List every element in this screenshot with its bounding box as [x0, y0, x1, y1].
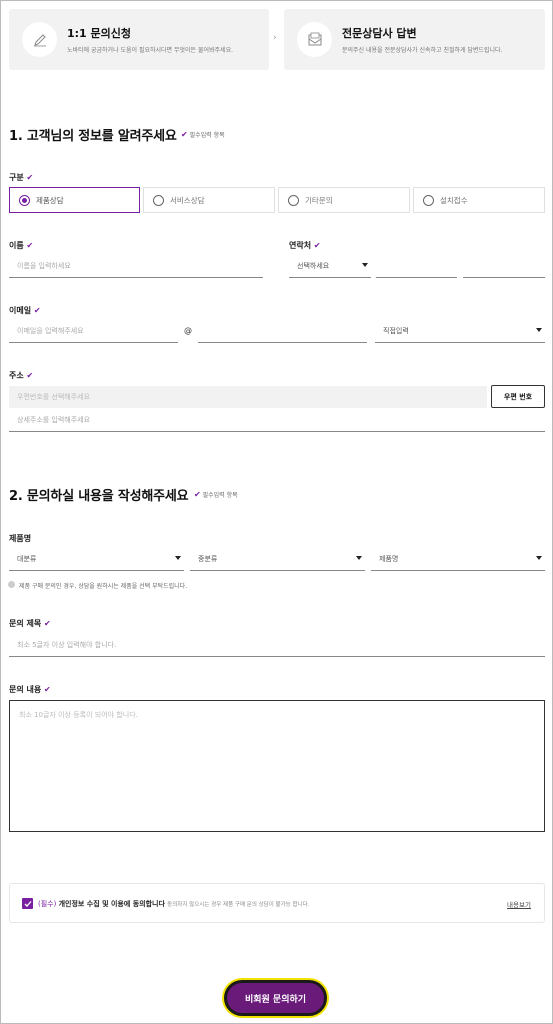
inquiry-content-label: 문의 내용 ✔	[9, 685, 51, 694]
address-label: 주소 ✔	[9, 371, 34, 380]
check-icon: ✔	[194, 490, 201, 499]
at-sign: @	[184, 326, 192, 335]
email-domain-select[interactable]: 직접입력	[375, 319, 545, 343]
step-inquiry-box: 1:1 문의신청 노바티에 궁금하거나 도움이 필요하시다면 무엇이든 물어봐주…	[9, 9, 269, 70]
contact-prefix-select[interactable]: 선택하세요	[289, 254, 371, 278]
section1-title: 1. 고객님의 정보를 알려주세요	[9, 129, 177, 144]
email-id-input[interactable]: 이메일을 입력해주세요	[9, 319, 178, 343]
check-icon: ✔	[44, 685, 51, 694]
contact-label: 연락처 ✔	[289, 241, 321, 250]
required-note: ✔ 필수입력 항목	[194, 490, 238, 499]
check-icon: ✔	[33, 306, 41, 315]
zipcode-search-button[interactable]: 우편 번호	[491, 385, 545, 408]
check-icon: ✔	[313, 241, 321, 250]
info-dot-icon	[8, 581, 15, 588]
radio-installation[interactable]: 설치접수	[413, 187, 545, 213]
radio-other-inquiry[interactable]: 기타문의	[278, 187, 410, 213]
section2-title: 2. 문의하실 내용을 작성해주세요	[9, 489, 189, 504]
check-icon: ✔	[26, 241, 34, 250]
name-input[interactable]: 이름을 입력하세요	[9, 254, 263, 278]
product-name-select[interactable]: 제품명	[371, 547, 545, 571]
caret-down-icon	[356, 556, 362, 560]
inquiry-content-textarea[interactable]: 최소 10글자 이상 등록이 되어야 합니다.	[9, 700, 545, 832]
privacy-agreement-box: (필수) 개인정보 수집 및 이용에 동의합니다 동의하지 않으시는 경우 제품…	[9, 883, 545, 923]
pencil-icon	[22, 22, 57, 57]
check-icon: ✔	[181, 130, 188, 139]
radio-product-consult[interactable]: 제품상담	[9, 187, 140, 213]
radio-circle-icon	[19, 194, 30, 206]
zipcode-field[interactable]: 우편번호를 선택해주세요	[9, 386, 487, 408]
check-icon: ✔	[44, 619, 51, 628]
product-subcategory-select[interactable]: 중분류	[190, 547, 365, 571]
step-title: 1:1 문의신청	[67, 27, 132, 40]
email-domain-input[interactable]	[198, 319, 367, 343]
caret-down-icon	[362, 263, 368, 267]
step-answer-box: 전문상담사 답변 문의주신 내용을 전문상담사가 신속하고 친절하게 답변드립니…	[284, 9, 545, 70]
address-detail-input[interactable]: 상세주소를 입력해주세요	[9, 408, 545, 432]
check-icon	[24, 900, 31, 907]
step-desc: 문의주신 내용을 전문상담사가 신속하고 친절하게 답변드립니다.	[342, 47, 503, 54]
agree-text: (필수) 개인정보 수집 및 이용에 동의합니다 동의하지 않으시는 경우 제품…	[38, 900, 310, 908]
radio-circle-icon	[288, 194, 299, 206]
caret-down-icon	[536, 328, 542, 332]
name-label: 이름 ✔	[9, 241, 34, 250]
radio-circle-icon	[153, 194, 164, 206]
inquiry-title-input[interactable]: 최소 5글자 이상 입력해야 합니다.	[9, 633, 545, 657]
view-details-link[interactable]: 내용보기	[507, 899, 531, 909]
mail-icon	[297, 22, 332, 57]
product-label: 제품명	[9, 534, 32, 543]
category-label: 구분 ✔	[9, 173, 34, 182]
product-category-select[interactable]: 대분류	[9, 547, 184, 571]
step-desc: 노바티에 궁금하거나 도움이 필요하시다면 무엇이든 물어봐주세요.	[67, 47, 234, 54]
check-icon: ✔	[26, 371, 34, 380]
radio-circle-icon	[423, 194, 434, 206]
caret-down-icon	[536, 556, 542, 560]
step-title: 전문상담사 답변	[342, 27, 417, 40]
contact-middle-input[interactable]	[376, 254, 457, 278]
check-icon: ✔	[26, 173, 34, 182]
inquiry-title-label: 문의 제목 ✔	[9, 619, 51, 628]
page-frame	[0, 0, 553, 1024]
contact-last-input[interactable]	[463, 254, 545, 278]
required-note: ✔ 필수입력 항목	[181, 130, 225, 139]
guest-inquiry-submit-button[interactable]: 비회원 문의하기	[224, 980, 327, 1016]
chevron-right-icon: ›	[273, 33, 277, 43]
product-note: 제품 구매 문의인 경우, 상담을 원하시는 제품을 선택 부탁드립니다.	[19, 583, 188, 590]
email-label: 이메일 ✔	[9, 306, 41, 315]
agree-checkbox[interactable]	[22, 898, 33, 909]
radio-service-consult[interactable]: 서비스상담	[143, 187, 275, 213]
caret-down-icon	[175, 556, 181, 560]
